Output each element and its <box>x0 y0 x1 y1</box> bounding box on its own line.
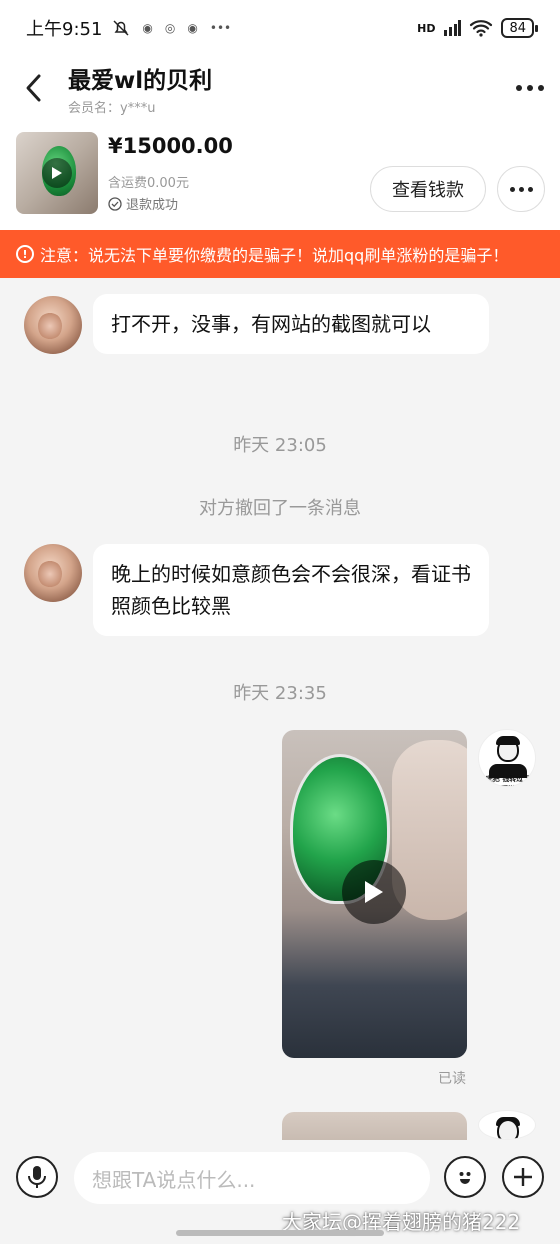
refund-status-text: 退款成功 <box>126 198 179 213</box>
incoming-message[interactable]: 打不开，没事，有网站的截图就可以 <box>93 294 489 354</box>
warning-text: 注意：说无法下单要你缴费的是骗子！说加qq刷单涨粉的是骗子！ <box>40 246 509 265</box>
message-input[interactable]: 想跟TA说点什么... <box>74 1152 430 1204</box>
shipping-fee: 含运费0.00元 <box>108 176 189 191</box>
recall-notice: 对方撤回了一条消息 <box>199 498 361 519</box>
app-notification-icon: ◉ <box>187 21 198 35</box>
more-icon <box>509 186 515 192</box>
chat-title: 最爱wl的贝利 <box>68 67 213 94</box>
plus-icon <box>514 1168 532 1186</box>
app-notification-icon: ◎ <box>164 21 176 35</box>
play-icon <box>342 860 406 924</box>
member-name: 会员名：y***u <box>68 100 156 116</box>
user-avatar[interactable]: 完把 钱转过了再说 <box>478 729 536 787</box>
mute-bell-icon <box>113 20 129 36</box>
signal-icon <box>444 20 462 36</box>
status-bar: 上午9:51 ◉ ◎ ◉ ••• HD 84 <box>0 0 560 56</box>
refund-status: 退款成功 <box>108 194 178 213</box>
view-payment-button[interactable]: 查看钱款 <box>370 166 486 212</box>
product-price: ¥15000.00 <box>108 134 233 158</box>
more-icon <box>516 85 522 91</box>
status-time: 上午9:51 <box>26 19 103 40</box>
emoji-button[interactable] <box>444 1156 486 1198</box>
more-icon-dot <box>527 186 533 192</box>
emoji-icon <box>459 1172 471 1184</box>
more-options-button[interactable] <box>500 56 560 120</box>
product-thumbnail[interactable] <box>16 132 98 214</box>
chat-title-block: 最爱wl的贝利 会员名：y***u <box>68 61 212 116</box>
status-right: HD 84 <box>417 18 538 38</box>
avatar-face <box>497 1119 519 1139</box>
back-button[interactable] <box>0 56 68 120</box>
avatar-hair <box>496 736 520 745</box>
more-icon-dot <box>538 85 544 91</box>
plus-button[interactable] <box>502 1156 544 1198</box>
avatar-caption: 完把 钱转过了再说 <box>485 775 531 786</box>
contact-avatar[interactable] <box>24 544 82 602</box>
play-icon <box>42 158 72 188</box>
user-avatar[interactable] <box>478 1110 536 1140</box>
timestamp: 昨天 23:05 <box>233 435 327 456</box>
read-receipt: 已读 <box>438 1071 466 1087</box>
scam-warning-banner: ! 注意：说无法下单要你缴费的是骗子！说加qq刷单涨粉的是骗子！ <box>0 230 560 278</box>
warning-icon: ! <box>16 245 34 263</box>
overflow-dots-icon: ••• <box>209 21 232 35</box>
incoming-message[interactable]: 晚上的时候如意颜色会不会很深，看证书照颜色比较黑 <box>93 544 489 636</box>
chat-header: 最爱wl的贝利 会员名：y***u <box>0 56 560 120</box>
product-more-button[interactable] <box>497 166 545 212</box>
app-notification-icon: ◉ <box>142 21 153 35</box>
video-message[interactable] <box>282 730 467 1058</box>
check-circle-icon <box>108 196 122 211</box>
mic-icon <box>28 1166 46 1188</box>
home-indicator[interactable] <box>176 1230 384 1236</box>
more-icon-dot <box>518 186 524 192</box>
more-icon-dot <box>527 85 533 91</box>
status-notification-icons: ◉ ◎ ◉ ••• <box>112 19 231 37</box>
wifi-icon <box>470 20 493 37</box>
contact-avatar[interactable] <box>24 296 82 354</box>
battery-indicator: 84 <box>501 18 538 38</box>
timestamp: 昨天 23:35 <box>233 683 327 704</box>
voice-button[interactable] <box>16 1156 58 1198</box>
back-icon <box>26 74 41 102</box>
hd-label: HD <box>417 21 436 35</box>
product-card: ¥15000.00 含运费0.00元 退款成功 查看钱款 <box>0 120 560 230</box>
